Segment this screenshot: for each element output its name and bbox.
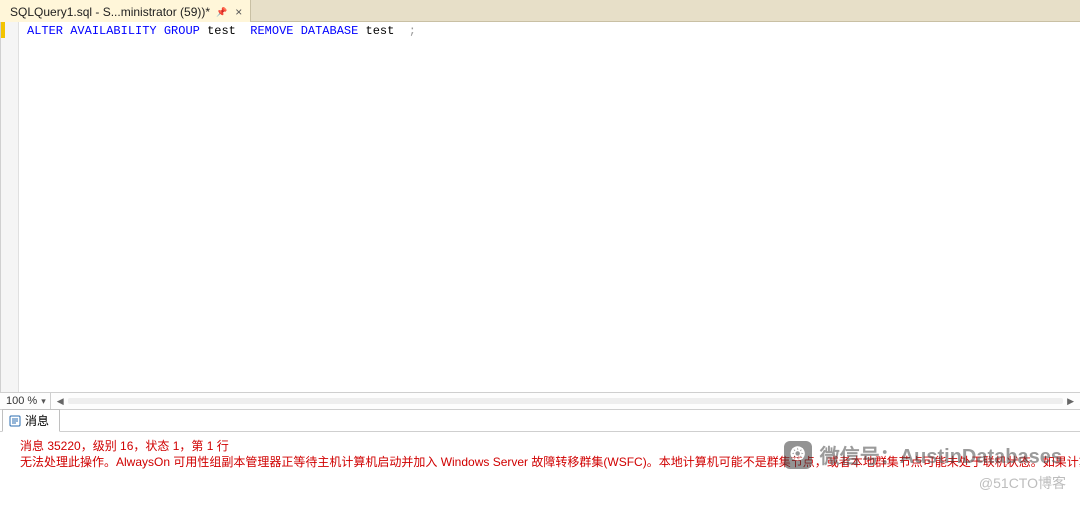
tab-title: SQLQuery1.sql - S...ministrator (59))* (10, 5, 210, 19)
messages-tab-label: 消息 (25, 412, 49, 429)
scroll-right-icon[interactable]: ▶ (1063, 396, 1078, 407)
message-line-1: 消息 35220，级别 16，状态 1，第 1 行 (20, 438, 1070, 454)
messages-area[interactable]: 消息 35220，级别 16，状态 1，第 1 行 无法处理此操作。Always… (0, 432, 1080, 488)
messages-tab-bar: 消息 (0, 410, 1080, 432)
tab-bar-empty (251, 0, 1080, 21)
document-tab[interactable]: SQLQuery1.sql - S...ministrator (59))* 📌… (0, 0, 251, 21)
zoom-bar: 100 % ▾ ◀ ▶ (0, 392, 1080, 410)
info-icon (9, 415, 21, 427)
semicolon: ; (409, 24, 416, 38)
horizontal-scrollbar[interactable]: ◀ ▶ (51, 393, 1080, 409)
ident-test1: test (207, 24, 236, 38)
change-marker (1, 22, 5, 38)
kw-alter: ALTER (27, 24, 63, 38)
kw-database: DATABASE (301, 24, 359, 38)
editor-wrap: ALTER AVAILABILITY GROUP test REMOVE DAT… (0, 22, 1080, 392)
editor-gutter (1, 22, 19, 392)
pin-icon[interactable]: 📌 (216, 7, 227, 18)
zoom-dropdown-icon[interactable]: ▾ (41, 393, 51, 409)
messages-tab[interactable]: 消息 (2, 409, 60, 432)
ident-test2: test (366, 24, 395, 38)
kw-availability: AVAILABILITY (70, 24, 156, 38)
kw-group: GROUP (164, 24, 200, 38)
message-line-2: 无法处理此操作。AlwaysOn 可用性组副本管理器正等待主机计算机启动并加入 … (20, 454, 1070, 470)
close-icon[interactable]: × (233, 5, 244, 19)
sql-editor[interactable]: ALTER AVAILABILITY GROUP test REMOVE DAT… (19, 22, 1080, 392)
zoom-value[interactable]: 100 % (0, 395, 41, 407)
scroll-left-icon[interactable]: ◀ (53, 396, 68, 407)
tab-bar: SQLQuery1.sql - S...ministrator (59))* 📌… (0, 0, 1080, 22)
kw-remove: REMOVE (250, 24, 293, 38)
credit-text: @51CTO博客 (979, 473, 1066, 493)
scroll-track[interactable] (68, 398, 1063, 404)
